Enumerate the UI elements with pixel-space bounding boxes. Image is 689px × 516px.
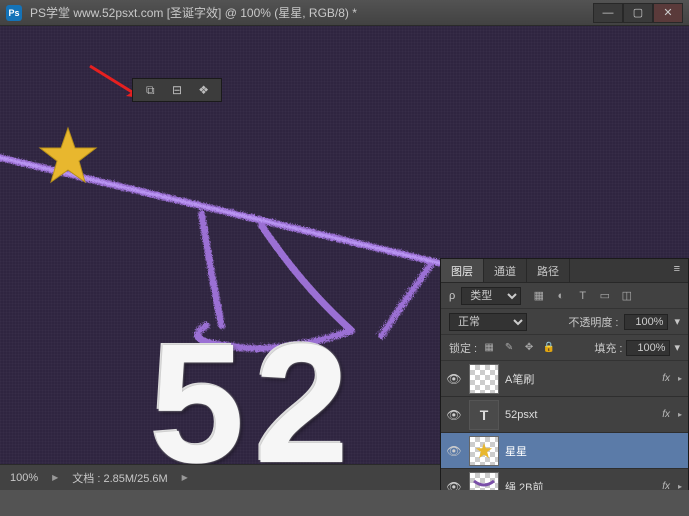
filter-pixel-icon[interactable]: ▦ <box>531 288 546 303</box>
tab-channels[interactable]: 通道 <box>484 259 527 282</box>
filter-adjust-icon[interactable]: ◐ <box>553 288 568 303</box>
zoom-menu-icon[interactable]: ▶ <box>52 473 58 482</box>
fill-chevron-icon[interactable]: ▾ <box>674 341 680 354</box>
filter-shape-icon[interactable]: ▭ <box>597 288 612 303</box>
fx-collapse-icon[interactable]: ▸ <box>678 374 682 383</box>
document-size: 文档 : 2.85M/25.6M <box>72 470 167 486</box>
opacity-value[interactable]: 100% <box>624 314 668 330</box>
zoom-level[interactable]: 100% <box>10 472 38 484</box>
lock-paint-icon[interactable]: ✎ <box>501 340 517 356</box>
lock-all-icon[interactable]: 🔒 <box>541 340 557 356</box>
visibility-toggle-icon[interactable]: 👁 <box>445 444 463 458</box>
fx-collapse-icon[interactable]: ▸ <box>678 482 682 490</box>
layers-list: 👁 A笔刷 fx ▸ 👁 T 52psxt fx ▸ 👁 星星 <box>441 361 688 490</box>
visibility-toggle-icon[interactable]: 👁 <box>445 480 463 491</box>
layer-item[interactable]: 👁 绳 2B前 fx ▸ <box>441 469 688 490</box>
layer-thumbnail[interactable] <box>469 472 499 491</box>
fx-badge[interactable]: fx <box>662 481 670 490</box>
star-shape[interactable] <box>38 126 98 186</box>
rope-icon <box>472 475 496 491</box>
layer-thumbnail[interactable] <box>469 364 499 394</box>
layer-thumbnail[interactable]: T <box>469 400 499 430</box>
filter-smart-icon[interactable]: ◫ <box>619 288 634 303</box>
fill-label: 填充 : <box>594 340 622 356</box>
minimize-button[interactable]: — <box>593 3 623 23</box>
status-bar: 100% ▶ 文档 : 2.85M/25.6M ▶ <box>0 464 440 490</box>
panel-menu-button[interactable]: ≡ <box>666 259 688 282</box>
fx-badge[interactable]: fx <box>662 409 670 420</box>
tab-paths[interactable]: 路径 <box>527 259 570 282</box>
layer-filter-type[interactable]: 类型 <box>461 287 521 305</box>
layer-name[interactable]: 星星 <box>505 443 684 459</box>
layers-panel: 图层 通道 路径 ≡ ρ 类型 ▦ ◐ T ▭ ◫ 正常 不透明度 : 100%… <box>440 258 689 490</box>
fx-badge[interactable]: fx <box>662 373 670 384</box>
visibility-toggle-icon[interactable]: 👁 <box>445 408 463 422</box>
layer-thumbnail[interactable] <box>469 436 499 466</box>
filter-text-icon[interactable]: T <box>575 288 590 303</box>
layer-item[interactable]: 👁 星星 <box>441 433 688 469</box>
align-icon-2[interactable]: ⊟ <box>168 81 186 99</box>
align-icon-1[interactable]: ⧉ <box>141 81 159 99</box>
opacity-label: 不透明度 : <box>568 314 618 330</box>
layer-name[interactable]: 52psxt <box>505 409 656 421</box>
canvas-area[interactable]: ⧉ ⊟ ❖ 52 100% ▶ 文档 : 2.85M/25.6M ▶ 图层 通道… <box>0 26 689 490</box>
layer-item[interactable]: 👁 A笔刷 fx ▸ <box>441 361 688 397</box>
layer-name[interactable]: A笔刷 <box>505 371 656 387</box>
lock-label: 锁定 : <box>449 340 477 356</box>
lock-move-icon[interactable]: ✥ <box>521 340 537 356</box>
blend-mode-select[interactable]: 正常 <box>449 313 527 331</box>
window-title: PS学堂 www.52psxt.com [圣诞字效] @ 100% (星星, R… <box>30 4 593 21</box>
canvas-text-52: 52 <box>150 306 359 490</box>
app-icon: Ps <box>6 5 22 21</box>
status-menu-icon[interactable]: ▶ <box>182 473 188 482</box>
close-button[interactable]: ✕ <box>653 3 683 23</box>
maximize-button[interactable]: ▢ <box>623 3 653 23</box>
tab-layers[interactable]: 图层 <box>441 259 484 282</box>
star-icon <box>475 442 493 460</box>
fx-collapse-icon[interactable]: ▸ <box>678 410 682 419</box>
layer-item[interactable]: 👁 T 52psxt fx ▸ <box>441 397 688 433</box>
opacity-chevron-icon[interactable]: ▾ <box>674 315 680 328</box>
filter-prefix-icon: ρ <box>449 290 455 302</box>
lock-transparency-icon[interactable]: ▦ <box>481 340 497 356</box>
alignment-toolbar[interactable]: ⧉ ⊟ ❖ <box>132 78 222 102</box>
fill-value[interactable]: 100% <box>626 340 670 356</box>
layer-name[interactable]: 绳 2B前 <box>505 479 656 491</box>
visibility-toggle-icon[interactable]: 👁 <box>445 372 463 386</box>
align-icon-3[interactable]: ❖ <box>195 81 213 99</box>
